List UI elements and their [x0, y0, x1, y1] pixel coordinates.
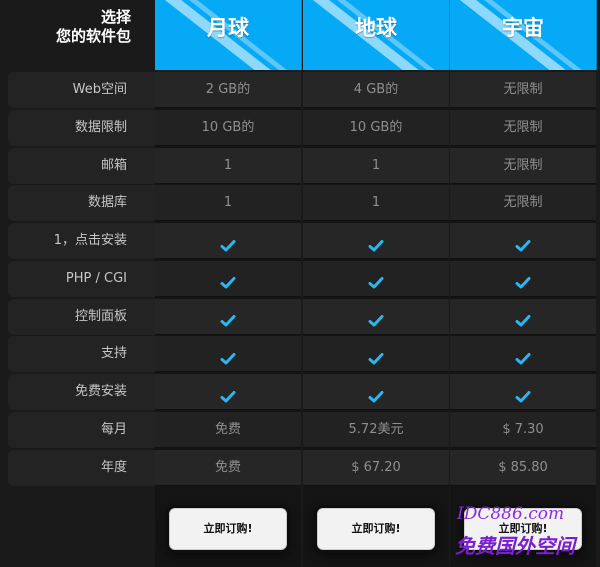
plan-value: 4 GB的 — [303, 72, 449, 108]
plan-value: 5.72美元 — [303, 411, 449, 448]
feature-label: 年度 — [8, 449, 155, 486]
plan-value: 免费 — [155, 449, 301, 486]
plan-value: 1 — [155, 147, 301, 184]
checkmark-icon — [515, 384, 531, 402]
plan-value: 无限制 — [450, 72, 596, 108]
feature-included — [155, 223, 301, 259]
plan-value: 10 GB的 — [155, 109, 301, 146]
feature-included — [450, 260, 596, 297]
feature-label: 控制面板 — [8, 298, 155, 335]
plan-value: $ 85.80 — [450, 449, 596, 486]
feature-label: 免费安装 — [8, 374, 155, 410]
feature-label: 数据库 — [8, 185, 155, 222]
order-button-area: 立即订购! — [450, 502, 596, 562]
checkmark-icon — [220, 270, 236, 289]
checkmark-icon — [220, 233, 236, 251]
plan-title: 月球 — [207, 15, 249, 40]
checkmark-icon — [515, 308, 531, 327]
feature-included — [155, 298, 301, 335]
checkmark-icon — [220, 346, 236, 365]
plan-column: 无限制 无限制 无限制 无限制 $ 7.30 $ 85.80 立即订购! — [450, 72, 596, 567]
pricing-table: 选择 您的软件包 Web空间 数据限制 邮箱 数据库 1，点击安装 PHP / CGI 控制… — [0, 0, 600, 567]
order-now-button[interactable]: 立即订购! — [317, 508, 435, 550]
feature-label: 支持 — [8, 336, 155, 373]
checkmark-icon — [220, 308, 236, 327]
feature-included — [450, 298, 596, 335]
feature-label: 数据限制 — [8, 109, 155, 146]
feature-included — [155, 336, 301, 373]
checkmark-icon — [368, 270, 384, 289]
checkmark-icon — [220, 384, 236, 402]
feature-included — [155, 260, 301, 297]
feature-label: 每月 — [8, 411, 155, 448]
plan-value: $ 67.20 — [303, 449, 449, 486]
order-now-button[interactable]: 立即订购! — [169, 508, 287, 550]
heading-line1: 选择 — [100, 8, 131, 26]
feature-labels: Web空间 数据限制 邮箱 数据库 1，点击安装 PHP / CGI 控制面板 支持 免费安装每… — [8, 72, 155, 487]
plan-header: 地球 — [303, 0, 450, 70]
feature-label: Web空间 — [8, 72, 155, 108]
heading-line2: 您的软件包 — [55, 27, 131, 45]
feature-included — [303, 374, 449, 410]
checkmark-icon — [515, 346, 531, 365]
plan-value: 10 GB的 — [303, 109, 449, 146]
plan-column: 4 GB的 10 GB的 1 1 5.72美元 $ 67.20 立即订购! — [303, 72, 449, 567]
feature-included — [450, 223, 596, 259]
feature-included — [450, 336, 596, 373]
feature-label: 1，点击安装 — [8, 223, 155, 259]
plan-header: 月球 — [155, 0, 302, 70]
checkmark-icon — [368, 384, 384, 402]
plan-value: 免费 — [155, 411, 301, 448]
plan-header: 宇宙 — [450, 0, 597, 70]
feature-label: PHP / CGI — [8, 260, 155, 297]
plan-value: 1 — [303, 147, 449, 184]
feature-included — [303, 223, 449, 259]
checkmark-icon — [515, 233, 531, 251]
plan-value: 无限制 — [450, 109, 596, 146]
feature-included — [303, 260, 449, 297]
checkmark-icon — [368, 308, 384, 327]
table-heading: 选择 您的软件包 — [8, 0, 155, 70]
feature-included — [155, 374, 301, 410]
plan-column: 2 GB的 10 GB的 1 1 免费 免费 立即订购! — [155, 72, 301, 567]
feature-included — [303, 298, 449, 335]
plan-title: 地球 — [355, 15, 397, 40]
checkmark-icon — [515, 270, 531, 289]
plan-value: 1 — [155, 185, 301, 222]
plan-value: 2 GB的 — [155, 72, 301, 108]
plan-value: $ 7.30 — [450, 411, 596, 448]
checkmark-icon — [368, 346, 384, 365]
plan-title: 宇宙 — [502, 15, 544, 40]
order-button-area: 立即订购! — [303, 502, 449, 562]
plan-value: 无限制 — [450, 147, 596, 184]
plan-value: 1 — [303, 185, 449, 222]
plan-value: 无限制 — [450, 185, 596, 222]
checkmark-icon — [368, 233, 384, 251]
order-now-button[interactable]: 立即订购! — [464, 508, 582, 550]
feature-label: 邮箱 — [8, 147, 155, 184]
feature-included — [303, 336, 449, 373]
feature-included — [450, 374, 596, 410]
order-button-area: 立即订购! — [155, 502, 301, 562]
